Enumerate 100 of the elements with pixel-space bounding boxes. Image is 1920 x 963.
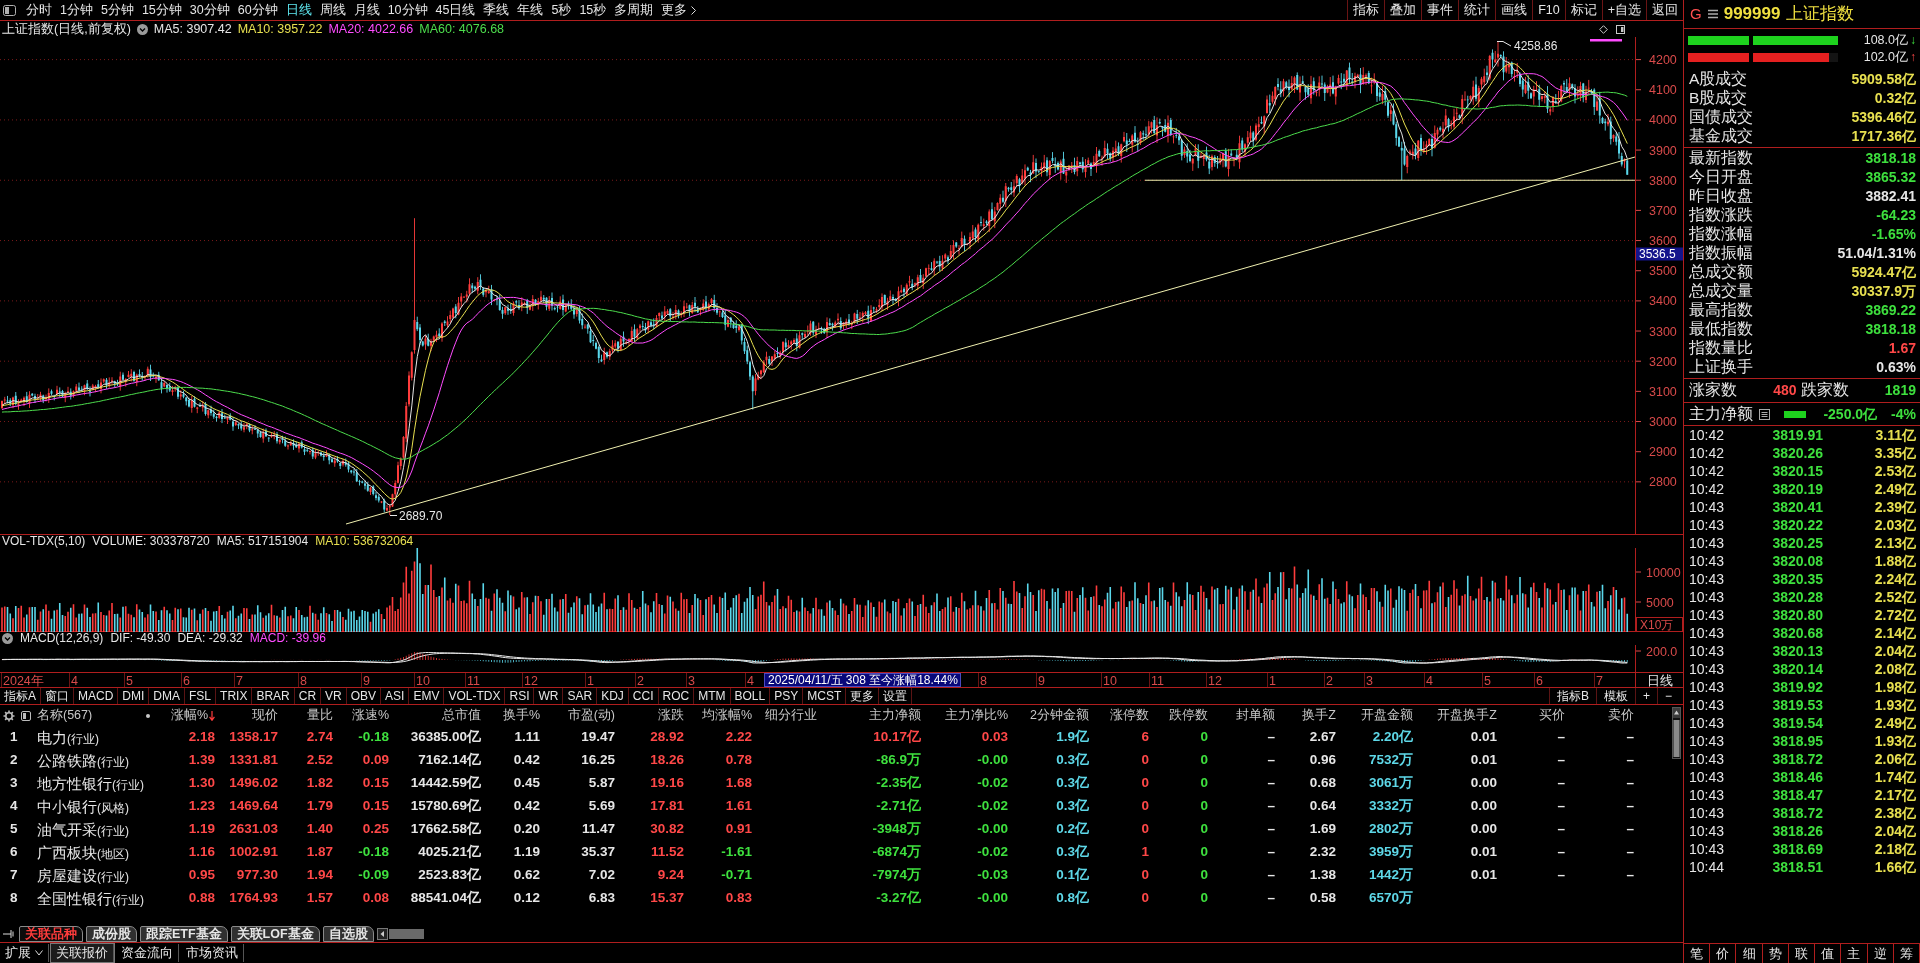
sheet-tab[interactable]: 关联品种 — [19, 925, 83, 942]
column-header[interactable]: 开盘换手Z — [1415, 708, 1499, 723]
list-icon[interactable] — [1759, 408, 1770, 420]
bottom-tab[interactable]: 市场资讯 — [181, 944, 244, 962]
side-tab[interactable]: 逆 — [1867, 944, 1894, 963]
name-cell[interactable]: 广西板块(地区) — [30, 843, 129, 862]
sheet-tab[interactable]: 关联LOF基金 — [230, 925, 320, 942]
indicator-tab[interactable]: DMA — [149, 688, 186, 704]
period-tab[interactable]: 1分钟 — [56, 0, 97, 20]
indicator-tab[interactable]: FSL — [185, 688, 217, 704]
indicator-tab[interactable]: WR — [534, 688, 564, 704]
name-cell[interactable]: 地方性银行(行业) — [30, 774, 144, 793]
column-header[interactable]: 卖价 — [1567, 708, 1636, 723]
indicator-tab[interactable]: MTM — [694, 688, 731, 704]
bottom-tab[interactable]: 资金流向 — [116, 944, 179, 962]
indicator-tab[interactable]: SAR — [563, 688, 598, 704]
period-tab[interactable]: 5秒 — [547, 0, 576, 20]
window-icon[interactable] — [1616, 24, 1625, 34]
toolbar-button[interactable]: +自选 — [1601, 0, 1646, 20]
more-button[interactable]: 更多 — [657, 0, 701, 20]
column-header[interactable]: 换手Z — [1277, 708, 1338, 723]
side-tab[interactable]: 价 — [1710, 944, 1737, 963]
indicator-tab[interactable]: 设置 — [879, 688, 913, 704]
toolbar-button[interactable]: 指标 — [1347, 0, 1385, 20]
column-header[interactable]: 主力净额 — [830, 708, 923, 723]
expand-button[interactable]: 扩展 — [0, 944, 49, 962]
side-tab[interactable]: 主 — [1841, 944, 1868, 963]
side-tab[interactable]: 联 — [1788, 944, 1816, 963]
column-header[interactable]: 总市值 — [391, 708, 483, 723]
period-tab[interactable]: 年线 — [513, 0, 548, 20]
period-tab[interactable]: 5分钟 — [96, 0, 138, 20]
name-cell[interactable]: 中小银行(风格) — [30, 797, 129, 816]
period-tab[interactable]: 月线 — [349, 0, 384, 20]
column-header[interactable]: 2分钟金额 — [1010, 708, 1091, 723]
side-tab[interactable]: 势 — [1762, 944, 1789, 963]
toolbar-button[interactable]: 事件 — [1421, 0, 1459, 20]
gear-icon[interactable] — [3, 709, 15, 722]
period-tab[interactable]: 分时 — [22, 0, 56, 20]
column-header[interactable]: 主力净比% — [923, 708, 1010, 723]
column-header[interactable]: 封单额 — [1210, 708, 1277, 723]
pin-icon[interactable] — [2, 928, 16, 939]
name-cell[interactable]: 电力(行业) — [30, 728, 99, 747]
scrollbar[interactable] — [376, 927, 425, 940]
side-tab[interactable]: 值 — [1815, 944, 1842, 963]
indicator-tab[interactable]: + — [1634, 688, 1657, 704]
period-tab[interactable]: 周线 — [315, 0, 350, 20]
toolbar-button[interactable]: 标记 — [1564, 0, 1602, 20]
indicator-tab[interactable]: OBV — [346, 688, 382, 704]
indicator-tab[interactable]: − — [1657, 688, 1679, 704]
column-header[interactable]: 名称(567) — [37, 708, 93, 723]
column-header[interactable]: 量比 — [280, 708, 335, 723]
column-header[interactable]: 涨幅% — [150, 708, 217, 723]
indicator-tab[interactable]: MCST — [803, 688, 847, 704]
menu-icon[interactable] — [1707, 9, 1718, 19]
name-cell[interactable]: 全国性银行(行业) — [30, 889, 144, 908]
scrollbar[interactable] — [1672, 707, 1681, 759]
period-tab[interactable]: 季线 — [479, 0, 514, 20]
sort-descending-icon[interactable] — [209, 710, 215, 721]
toolbar-button[interactable]: 画线 — [1495, 0, 1533, 20]
indicator-tab[interactable]: 更多 — [846, 688, 880, 704]
column-header[interactable]: 现价 — [217, 708, 280, 723]
sidebar-toggle-icon[interactable] — [3, 4, 16, 16]
sheet-tab[interactable]: 成份股 — [86, 925, 137, 942]
dropdown-icon[interactable] — [2, 633, 13, 644]
column-header[interactable]: 涨速% — [335, 708, 391, 723]
diamond-icon[interactable] — [1599, 24, 1608, 34]
side-tab[interactable]: 笔 — [1684, 944, 1711, 963]
indicator-tab[interactable]: BRAR — [252, 688, 295, 704]
indicator-tab[interactable]: 模板 — [1595, 688, 1635, 704]
indicator-tab[interactable]: CCI — [628, 688, 659, 704]
toolbar-button[interactable]: 统计 — [1458, 0, 1496, 20]
period-tab[interactable]: 15秒 — [575, 0, 611, 20]
toolbar-button[interactable]: F10 — [1532, 0, 1565, 20]
toolbar-button[interactable]: 返回 — [1646, 0, 1683, 20]
sheet-tab[interactable]: 自选股 — [322, 925, 374, 942]
indicator-tab[interactable]: CR — [294, 688, 322, 704]
indicator-tab[interactable]: VOL-TDX — [444, 688, 506, 704]
indicator-tab[interactable]: 指标A — [0, 688, 41, 704]
column-header[interactable]: 涨停数 — [1091, 708, 1151, 723]
name-cell[interactable]: 公路铁路(行业) — [30, 751, 129, 770]
name-cell[interactable]: 房屋建设(行业) — [30, 866, 129, 885]
column-header[interactable]: 市盈(动) — [542, 708, 617, 723]
period-tab[interactable]: 10分钟 — [383, 0, 432, 20]
indicator-tab[interactable]: KDJ — [597, 688, 629, 704]
column-header[interactable]: 开盘金额 — [1338, 708, 1415, 723]
indicator-tab[interactable]: EMV — [409, 688, 445, 704]
name-cell[interactable]: 油气开采(行业) — [30, 820, 129, 839]
indicator-tab[interactable]: MACD — [74, 688, 119, 704]
bottom-tab[interactable]: 关联报价 — [51, 944, 114, 962]
indicator-tab[interactable]: ASI — [381, 688, 410, 704]
column-header[interactable]: 涨跌 — [617, 708, 686, 723]
panel-icon[interactable] — [21, 710, 31, 721]
indicator-tab[interactable]: PSY — [770, 688, 804, 704]
dropdown-icon[interactable] — [136, 23, 148, 35]
column-header[interactable]: 均涨幅% — [686, 708, 754, 723]
column-header[interactable]: 买价 — [1499, 708, 1567, 723]
period-tab[interactable]: 15分钟 — [137, 0, 186, 20]
indicator-tab[interactable]: DMI — [118, 688, 150, 704]
indicator-tab[interactable]: 窗口 — [41, 688, 74, 704]
sheet-tab[interactable]: 跟踪ETF基金 — [140, 925, 228, 942]
